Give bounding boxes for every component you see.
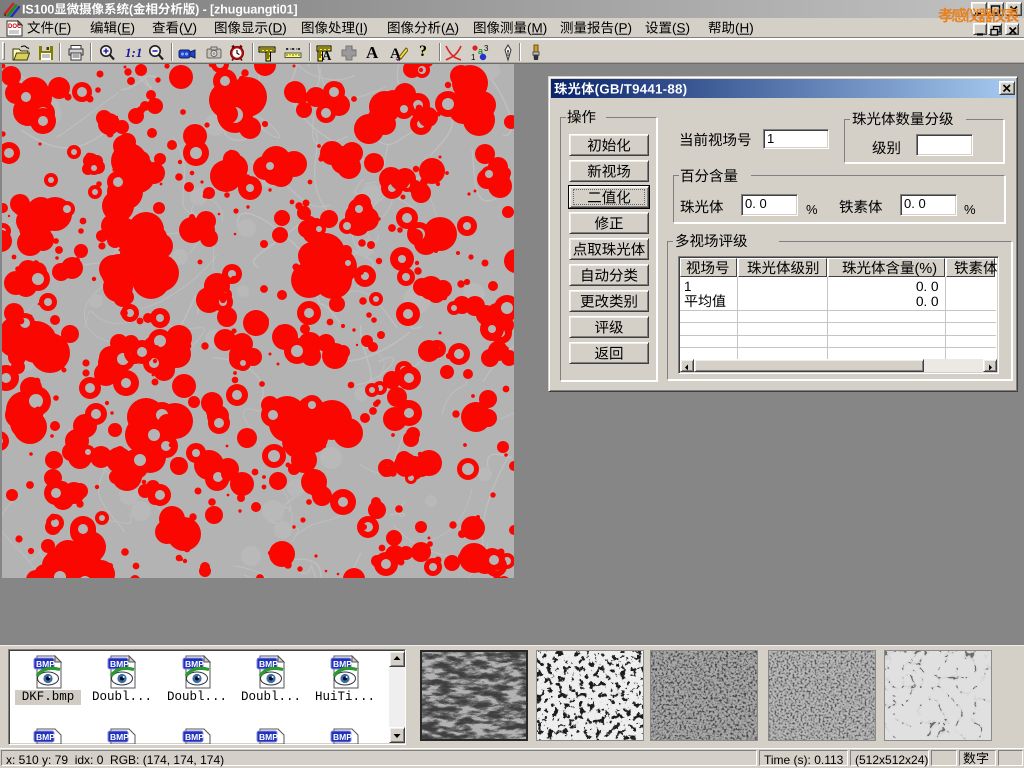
svg-text:BMP: BMP bbox=[259, 732, 278, 742]
svg-text:BMP: BMP bbox=[185, 732, 204, 742]
svg-text:BMP: BMP bbox=[333, 732, 352, 742]
svg-text:A: A bbox=[322, 48, 332, 62]
svg-text:BMP: BMP bbox=[110, 732, 129, 742]
svg-text:DOC: DOC bbox=[8, 24, 22, 30]
svg-text:1: 1 bbox=[471, 53, 476, 62]
svg-text:BMP: BMP bbox=[36, 732, 55, 742]
svg-text:3: 3 bbox=[484, 44, 489, 53]
